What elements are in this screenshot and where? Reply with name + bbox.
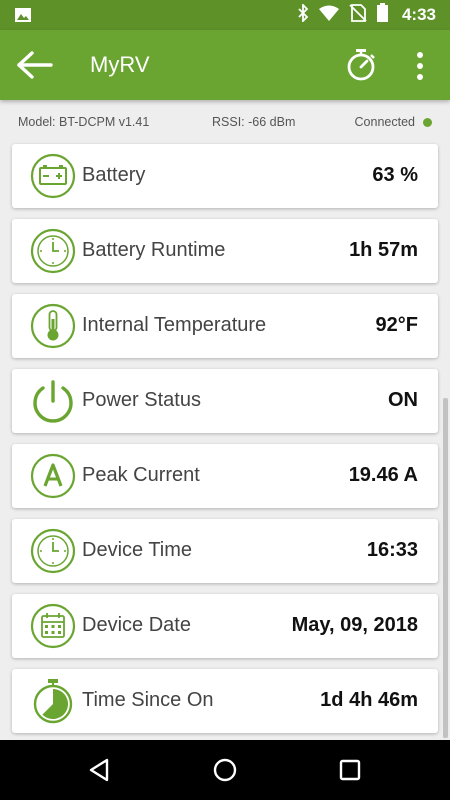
card-label: Internal Temperature xyxy=(82,314,267,336)
power-icon xyxy=(30,378,76,424)
stopwatch-icon xyxy=(30,678,76,724)
card-value: May, 09, 2018 xyxy=(291,614,418,636)
rssi-text: RSSI: -66 dBm xyxy=(212,115,296,129)
card-device-date: Device Date May, 09, 2018 xyxy=(12,594,438,658)
card-value: 1d 4h 46m xyxy=(320,689,418,711)
timer-icon[interactable] xyxy=(344,48,378,82)
card-value: 16:33 xyxy=(366,539,418,561)
wifi-icon xyxy=(318,5,339,26)
card-label: Battery Runtime xyxy=(82,239,226,261)
home-circle-icon[interactable] xyxy=(210,755,240,785)
connected-dot-icon xyxy=(423,117,432,127)
app-title: MyRV xyxy=(90,52,150,77)
recents-square-icon[interactable] xyxy=(335,755,365,785)
card-label: Power Status xyxy=(82,389,201,411)
device-info-bar: Model: BT-DCPM v1.41 RSSI: -66 dBm Conne… xyxy=(0,100,450,140)
card-value: 92°F xyxy=(375,314,418,336)
card-label: Battery xyxy=(82,164,146,186)
card-value: 63 % xyxy=(372,164,418,186)
card-battery-runtime: Battery Runtime 1h 57m xyxy=(12,219,438,283)
card-value: ON xyxy=(388,389,418,411)
no-sim-icon xyxy=(349,3,367,27)
app-bar: MyRV xyxy=(0,30,450,100)
status-bar: 4:33 xyxy=(0,0,450,30)
card-internal-temperature: Internal Temperature 92°F xyxy=(12,294,438,358)
thermometer-icon xyxy=(30,303,76,349)
connection-status: Connected xyxy=(355,115,432,129)
navigation-bar xyxy=(0,740,450,800)
card-label: Device Time xyxy=(82,539,193,561)
card-peak-current: Peak Current 19.46 A xyxy=(12,444,438,508)
bluetooth-icon xyxy=(297,2,309,27)
calendar-icon xyxy=(30,603,76,649)
overflow-menu-icon[interactable] xyxy=(408,50,432,82)
back-triangle-icon[interactable] xyxy=(85,755,115,785)
card-value: 1h 57m xyxy=(349,239,418,261)
card-value: 19.46 A xyxy=(348,464,418,486)
card-label: Device Date xyxy=(82,614,191,636)
scrollbar[interactable] xyxy=(443,398,448,738)
battery-status-icon xyxy=(376,3,388,27)
ampere-icon xyxy=(30,453,76,499)
clock-icon xyxy=(30,528,76,574)
card-device-time: Device Time 16:33 xyxy=(12,519,438,583)
card-battery: Battery 63 % xyxy=(12,144,438,208)
card-label: Peak Current xyxy=(82,464,200,486)
image-notification-icon xyxy=(14,6,32,29)
connection-text: Connected xyxy=(354,115,415,129)
back-arrow-icon[interactable] xyxy=(16,50,54,80)
model-text: Model: BT-DCPM v1.41 xyxy=(18,115,150,129)
card-time-since-on: Time Since On 1d 4h 46m xyxy=(12,669,438,733)
battery-icon xyxy=(30,153,76,199)
clock-icon xyxy=(30,228,76,274)
card-power-status: Power Status ON xyxy=(12,369,438,433)
card-label: Time Since On xyxy=(82,689,214,711)
status-time: 4:33 xyxy=(401,5,436,24)
